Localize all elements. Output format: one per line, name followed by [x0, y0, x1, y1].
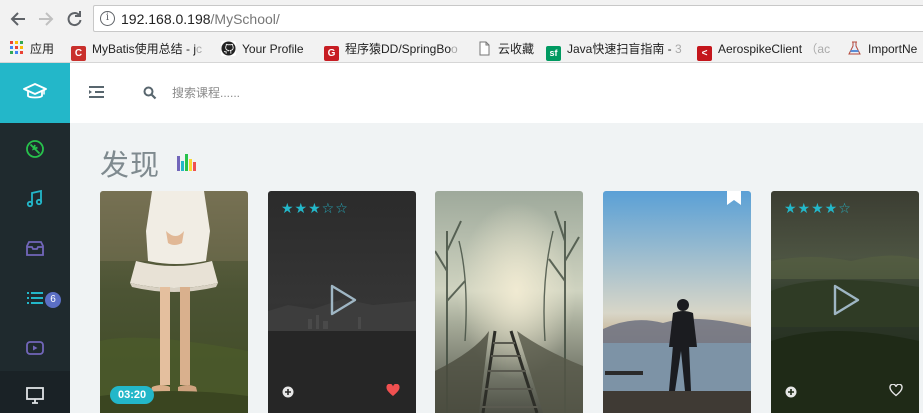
- bookmarks-bar: 应用 C MyBatis使用总结 - jc Your Profile G 程序猿DD…: [0, 37, 923, 61]
- url-text: 192.168.0.198/MySchool/: [121, 11, 280, 27]
- bookmark-icon[interactable]: [727, 191, 741, 210]
- csdn-icon: C: [71, 46, 86, 61]
- page-title: 发现: [100, 148, 161, 182]
- page-icon: [477, 41, 492, 56]
- music-icon[interactable]: [23, 187, 47, 211]
- bar-chart-icon: [177, 153, 196, 176]
- bookmark-aerospike[interactable]: < AerospikeClient （ac: [697, 39, 830, 61]
- apps-icon: [10, 41, 24, 55]
- info-icon[interactable]: i: [100, 11, 115, 26]
- search-input[interactable]: [172, 83, 472, 103]
- bookmark-cloud-favorites[interactable]: 云收藏: [477, 39, 534, 59]
- address-bar[interactable]: i 192.168.0.198/MySchool/: [93, 5, 923, 32]
- gitee-icon: G: [324, 46, 339, 61]
- notification-badge: 6: [45, 292, 61, 308]
- bookmark-springboot[interactable]: G 程序猿DD/SpringBoo: [324, 39, 458, 61]
- bookmark-java-guide[interactable]: sf Java快速扫盲指南 - 3: [546, 39, 682, 61]
- indent-menu-icon[interactable]: [89, 85, 105, 104]
- rating-stars: ★★★☆☆: [281, 201, 349, 217]
- forward-icon[interactable]: [35, 8, 57, 30]
- compass-icon[interactable]: [23, 137, 47, 161]
- list-icon[interactable]: [23, 286, 47, 310]
- rating-stars: ★★★★☆: [784, 201, 852, 217]
- bookmark-your-profile[interactable]: Your Profile: [221, 39, 304, 59]
- play-circle-icon[interactable]: [23, 336, 47, 360]
- inbox-icon[interactable]: [23, 237, 47, 261]
- course-card[interactable]: ★★★☆☆: [268, 191, 416, 413]
- course-thumbnail: [435, 191, 583, 413]
- heart-icon[interactable]: [386, 383, 400, 402]
- sidebar-bottom: [0, 371, 70, 413]
- course-card[interactable]: [603, 191, 751, 413]
- course-card[interactable]: ★★★★☆: [771, 191, 919, 413]
- monitor-icon[interactable]: [23, 383, 47, 407]
- bookmark-apps[interactable]: 应用: [10, 39, 54, 59]
- add-circle-icon[interactable]: [785, 385, 797, 403]
- heart-outline-icon[interactable]: [889, 383, 903, 402]
- main-content: 发现 03:20 ★★★☆☆ ★★★★☆: [70, 123, 923, 413]
- duration-badge: 03:20: [110, 386, 155, 404]
- github-icon: [221, 41, 236, 56]
- bookmark-importnew[interactable]: ImportNe: [847, 39, 917, 59]
- browser-chrome: i 192.168.0.198/MySchool/ 应用 C MyBatis使用总…: [0, 0, 923, 63]
- course-card[interactable]: 03:20: [100, 191, 248, 413]
- logo[interactable]: [0, 63, 70, 123]
- aerospike-icon: <: [697, 46, 712, 61]
- search-icon[interactable]: [143, 86, 157, 105]
- segmentfault-icon: sf: [546, 46, 561, 61]
- sidebar: 6: [0, 63, 70, 413]
- bookmark-mybatis[interactable]: C MyBatis使用总结 - jc: [71, 39, 202, 61]
- add-circle-icon[interactable]: [282, 385, 294, 403]
- back-icon[interactable]: [7, 8, 29, 30]
- top-bar: [70, 63, 923, 123]
- course-thumbnail: [603, 191, 751, 413]
- play-icon[interactable]: [329, 284, 357, 321]
- course-thumbnail: [100, 191, 248, 413]
- graduation-cap-icon: [23, 83, 47, 99]
- play-icon[interactable]: [832, 284, 860, 321]
- flask-icon: [847, 41, 862, 56]
- course-card[interactable]: [435, 191, 583, 413]
- reload-icon[interactable]: [63, 8, 85, 30]
